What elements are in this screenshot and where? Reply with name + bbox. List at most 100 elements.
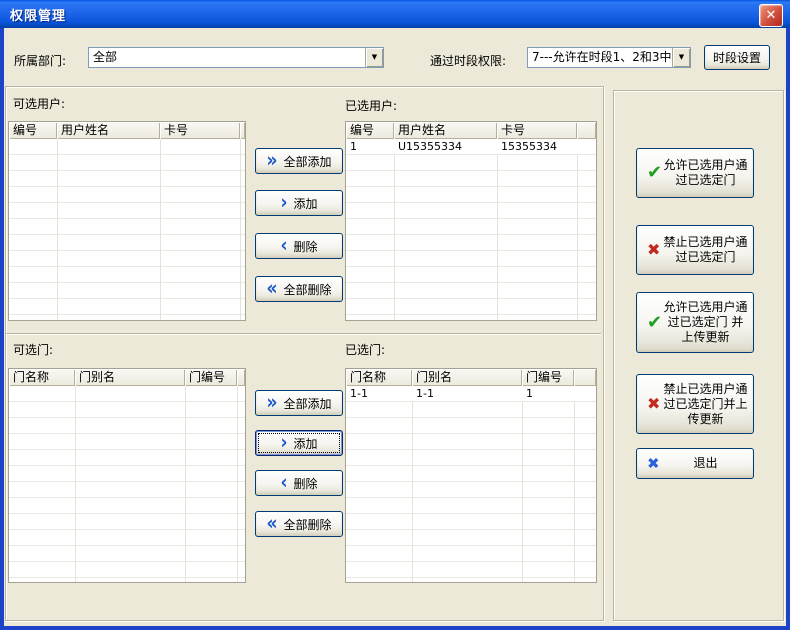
chevron-double-left-icon: « <box>267 514 278 534</box>
time-settings-button[interactable]: 时段设置 <box>704 45 770 70</box>
cell-door-alias: 1-1 <box>412 386 522 401</box>
table-row[interactable]: 1-1 1-1 1 <box>346 386 596 402</box>
remove-door-button[interactable]: ‹ 删除 <box>255 470 343 496</box>
time-permission-value: 7---允许在时段1、2和3中通过 <box>528 48 672 67</box>
column-header-card[interactable]: 卡号 <box>160 122 240 139</box>
section-divider <box>6 333 601 335</box>
selected-doors-table[interactable]: 门名称 门别名 门编号 1-1 1-1 1 <box>345 368 597 583</box>
remove-all-doors-button[interactable]: « 全部删除 <box>255 511 343 537</box>
chevron-right-icon: › <box>280 193 287 213</box>
column-header-door-id[interactable]: 门编号 <box>185 369 237 386</box>
button-label: 全部删除 <box>283 516 331 533</box>
check-icon: ✔ <box>647 164 662 182</box>
column-divider <box>185 386 186 582</box>
button-label: 添加 <box>294 195 318 212</box>
available-users-label: 可选用户: <box>13 95 65 112</box>
column-divider <box>577 139 578 320</box>
close-icon: ✕ <box>766 8 777 23</box>
cell-card: 15355334 <box>497 139 577 154</box>
column-header-filler <box>240 122 245 139</box>
chevron-down-icon: ▼ <box>372 54 377 61</box>
cell-name: U15355334 <box>394 139 497 154</box>
allow-users-upload-button[interactable]: ✔ 允许已选用户通过已选定门 并上传更新 <box>636 292 754 353</box>
check-icon: ✔ <box>647 314 662 332</box>
column-divider <box>412 386 413 582</box>
button-label: 全部添加 <box>283 395 331 412</box>
close-button[interactable]: ✕ <box>759 4 783 27</box>
cross-icon: ✖ <box>647 456 660 471</box>
department-dropdown-button[interactable]: ▼ <box>365 48 383 67</box>
deny-users-button[interactable]: ✖ 禁止已选用户通过已选定门 <box>636 225 754 275</box>
column-header-door-id[interactable]: 门编号 <box>522 369 574 386</box>
titlebar[interactable]: 权限管理 ✕ <box>0 0 790 28</box>
chevron-double-right-icon: » <box>267 151 278 171</box>
column-header-id[interactable]: 编号 <box>9 122 57 139</box>
add-door-button[interactable]: › 添加 <box>255 430 343 456</box>
table-body[interactable]: 1 U15355334 15355334 <box>346 139 596 320</box>
add-all-doors-button[interactable]: » 全部添加 <box>255 390 343 416</box>
table-body[interactable]: 1-1 1-1 1 <box>346 386 596 582</box>
cell-door-id: 1 <box>522 386 574 401</box>
selected-doors-label: 已选门: <box>345 341 385 358</box>
window-title: 权限管理 <box>0 5 66 24</box>
column-divider <box>160 139 161 320</box>
department-label: 所属部门: <box>14 52 66 69</box>
column-divider <box>240 139 241 320</box>
column-header-door-name[interactable]: 门名称 <box>9 369 75 386</box>
cross-icon: ✖ <box>647 396 660 412</box>
column-header-card[interactable]: 卡号 <box>497 122 577 139</box>
chevron-left-icon: ‹ <box>280 236 287 256</box>
column-divider <box>574 386 575 582</box>
allow-users-button[interactable]: ✔ 允许已选用户通过已选定门 <box>636 148 754 198</box>
button-label: 删除 <box>294 475 318 492</box>
column-divider <box>75 386 76 582</box>
remove-all-users-button[interactable]: « 全部删除 <box>255 276 343 302</box>
selected-users-table[interactable]: 编号 用户姓名 卡号 1 U15355334 15355334 <box>345 121 597 321</box>
column-divider <box>237 386 238 582</box>
table-header: 编号 用户姓名 卡号 <box>346 122 596 139</box>
column-header-door-alias[interactable]: 门别名 <box>75 369 185 386</box>
cross-icon: ✖ <box>647 242 660 258</box>
remove-user-button[interactable]: ‹ 删除 <box>255 233 343 259</box>
column-header-name[interactable]: 用户姓名 <box>57 122 160 139</box>
column-header-id[interactable]: 编号 <box>346 122 394 139</box>
button-label: 退出 <box>667 456 722 471</box>
permission-management-window: 权限管理 ✕ 所属部门: 全部 ▼ 通过时段权限: 7---允许在时段1、2和3… <box>0 0 790 630</box>
button-label: 添加 <box>294 435 318 452</box>
cell-door-name: 1-1 <box>346 386 412 401</box>
time-permission-dropdown-button[interactable]: ▼ <box>672 48 690 67</box>
column-divider <box>394 139 395 320</box>
cell-id: 1 <box>346 139 394 154</box>
deny-users-upload-button[interactable]: ✖ 禁止已选用户通过已选定门并上传更新 <box>636 374 754 434</box>
chevron-down-icon: ▼ <box>679 54 684 61</box>
button-label: 全部添加 <box>283 153 331 170</box>
exit-button[interactable]: ✖ 退出 <box>636 448 754 479</box>
table-body[interactable] <box>9 139 245 320</box>
column-header-door-alias[interactable]: 门别名 <box>412 369 522 386</box>
add-user-button[interactable]: › 添加 <box>255 190 343 216</box>
table-row[interactable]: 1 U15355334 15355334 <box>346 139 596 155</box>
available-users-table[interactable]: 编号 用户姓名 卡号 <box>8 121 246 321</box>
time-permission-label: 通过时段权限: <box>430 52 506 69</box>
available-doors-table[interactable]: 门名称 门别名 门编号 <box>8 368 246 583</box>
column-divider <box>497 139 498 320</box>
selected-users-label: 已选用户: <box>345 97 397 114</box>
table-header: 门名称 门别名 门编号 <box>346 369 596 386</box>
add-all-users-button[interactable]: » 全部添加 <box>255 148 343 174</box>
chevron-double-right-icon: » <box>267 393 278 413</box>
column-header-filler <box>237 369 245 386</box>
column-header-door-name[interactable]: 门名称 <box>346 369 412 386</box>
table-header: 门名称 门别名 门编号 <box>9 369 245 386</box>
time-settings-label: 时段设置 <box>713 49 761 66</box>
column-header-filler <box>577 122 596 139</box>
available-doors-label: 可选门: <box>13 341 53 358</box>
button-label: 删除 <box>294 238 318 255</box>
column-header-name[interactable]: 用户姓名 <box>394 122 497 139</box>
button-label: 全部删除 <box>283 281 331 298</box>
table-body[interactable] <box>9 386 245 582</box>
dialog-content: 所属部门: 全部 ▼ 通过时段权限: 7---允许在时段1、2和3中通过 ▼ 时… <box>4 28 786 626</box>
chevron-double-left-icon: « <box>267 279 278 299</box>
chevron-right-icon: › <box>280 433 287 453</box>
department-select[interactable]: 全部 ▼ <box>88 47 384 68</box>
time-permission-select[interactable]: 7---允许在时段1、2和3中通过 ▼ <box>527 47 691 68</box>
